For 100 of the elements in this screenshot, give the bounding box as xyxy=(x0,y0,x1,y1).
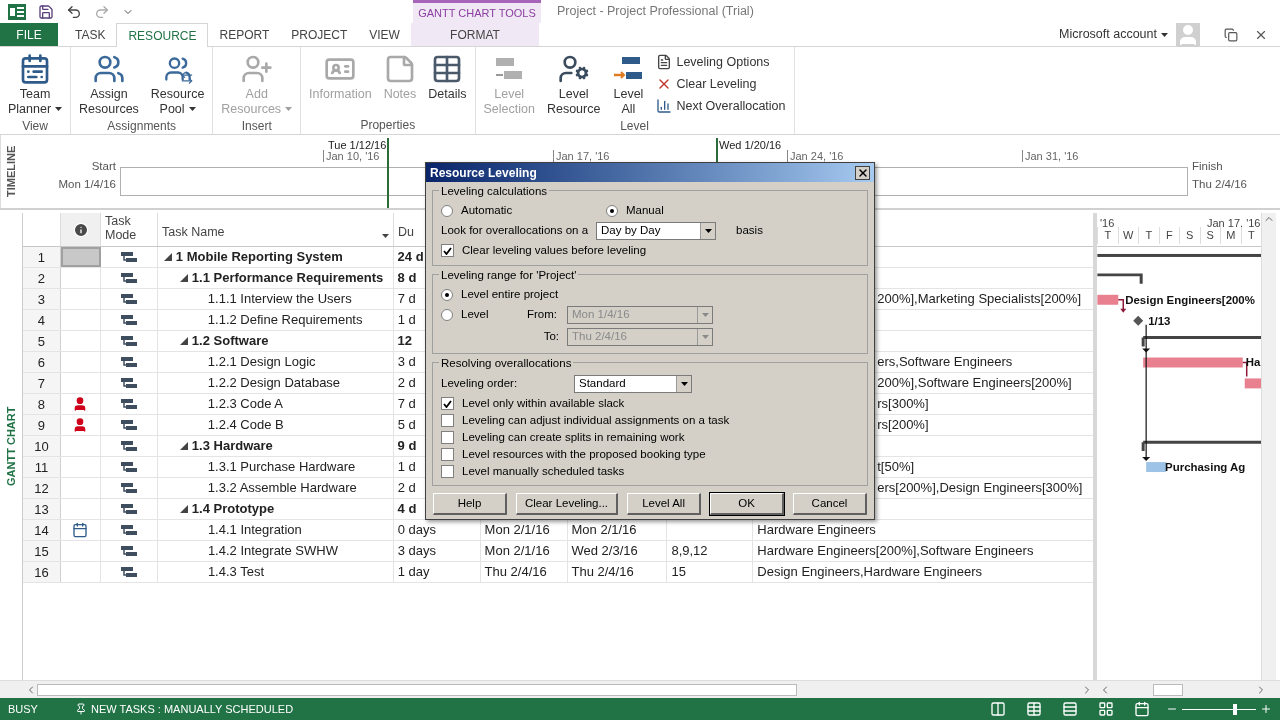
row-number[interactable]: 10 xyxy=(23,436,61,456)
usage-view-icon[interactable] xyxy=(1062,701,1078,717)
row-number[interactable]: 11 xyxy=(23,457,61,477)
row-number[interactable]: 16 xyxy=(23,562,61,582)
row-number[interactable]: 6 xyxy=(23,352,61,372)
row-number[interactable]: 5 xyxy=(23,331,61,351)
zoom-in-icon[interactable] xyxy=(1260,703,1272,715)
column-header[interactable]: Du xyxy=(394,213,424,246)
table-view-icon[interactable] xyxy=(1026,701,1042,717)
row-number[interactable]: 7 xyxy=(23,373,61,393)
restore-icon[interactable] xyxy=(1224,27,1238,42)
day-label: T xyxy=(1097,227,1118,244)
bar-arrow-icon xyxy=(120,419,137,431)
ribbon-tab[interactable]: VIEW xyxy=(358,23,411,46)
collapse-triangle-icon[interactable] xyxy=(179,442,188,450)
resource-names: ers,Software Engineers xyxy=(877,353,1013,372)
undo-icon[interactable] xyxy=(66,3,82,20)
ribbon-button[interactable]: Team Planner xyxy=(4,47,67,117)
ribbon-button[interactable]: Details xyxy=(424,47,471,116)
row-number[interactable]: 14 xyxy=(23,520,61,540)
task-name: 1.3 Hardware xyxy=(191,437,273,456)
start-date: Mon 2/1/16 xyxy=(484,542,550,561)
task-name: 1.2 Software xyxy=(191,332,269,351)
caret-icon xyxy=(188,106,196,111)
ribbon-button[interactable]: Clear Leveling xyxy=(652,73,790,95)
row-number[interactable]: 8 xyxy=(23,394,61,414)
ribbon-tab[interactable]: FORMAT xyxy=(410,23,539,46)
field-suffix: basis xyxy=(736,222,763,238)
scrollbar-thumb[interactable] xyxy=(1153,683,1183,696)
checkbox[interactable] xyxy=(441,397,454,410)
new-tasks-status[interactable]: NEW TASKS : MANUALLY SCHEDULED xyxy=(91,700,294,718)
duration-value: 4 d xyxy=(397,500,417,519)
column-header[interactable]: Task Name xyxy=(158,213,394,246)
radio-button[interactable] xyxy=(441,204,453,217)
collapse-triangle-icon[interactable] xyxy=(179,274,188,282)
dropdown-field[interactable]: Day by Day xyxy=(596,221,717,240)
view-label: GANTT CHART xyxy=(3,405,18,489)
task-name: 1.4.3 Test xyxy=(207,563,264,582)
dialog-button[interactable]: Clear Leveling... xyxy=(515,493,619,515)
ribbon-button[interactable]: Leveling Options xyxy=(652,51,790,73)
row-number[interactable]: 2 xyxy=(23,268,61,288)
row-number[interactable]: 9 xyxy=(23,415,61,435)
dropdown-field[interactable]: Standard xyxy=(574,375,692,393)
zoom-slider[interactable] xyxy=(1182,703,1256,715)
ribbon-tab[interactable]: FILE xyxy=(0,23,58,46)
ribbon-tab[interactable]: TASK xyxy=(64,23,117,46)
predecessors-value: 15 xyxy=(671,563,686,582)
ribbon-button[interactable]: Next Overallocation xyxy=(652,95,790,117)
dialog-button[interactable]: Help xyxy=(433,493,507,515)
checkbox-label: Leveling can adjust individual assignments on a task xyxy=(462,412,730,428)
checkbox-label: Clear leveling values before leveling xyxy=(462,242,647,258)
row-number[interactable]: 4 xyxy=(23,310,61,330)
task-name: 1.4.1 Integration xyxy=(207,521,302,540)
checkbox[interactable] xyxy=(441,465,454,478)
ribbon-button[interactable]: Assign Resources xyxy=(75,47,143,117)
checkbox[interactable] xyxy=(441,414,454,427)
dialog-button[interactable]: Cancel xyxy=(793,493,867,515)
radio-button[interactable] xyxy=(606,204,618,217)
ribbon-button[interactable]: Resource Pool xyxy=(146,47,209,117)
collapse-triangle-icon[interactable] xyxy=(179,337,188,345)
duration-value: 24 d xyxy=(397,248,424,267)
duration-value: 5 d xyxy=(397,416,416,435)
ribbon-tab[interactable]: PROJECT xyxy=(280,23,359,46)
timeline-tick-label: Jan 10, '16 xyxy=(323,150,380,162)
row-number[interactable]: 15 xyxy=(23,541,61,561)
row-number[interactable]: 3 xyxy=(23,289,61,309)
slider-thumb[interactable] xyxy=(1233,703,1238,715)
duration-value: 12 xyxy=(397,332,413,351)
dialog-button[interactable]: Level All xyxy=(627,493,702,515)
checkbox[interactable] xyxy=(441,244,454,257)
save-icon[interactable] xyxy=(38,3,54,20)
task-name: 1 Mobile Reporting System xyxy=(175,248,343,267)
checkbox[interactable] xyxy=(441,448,454,461)
gantt-view-icon[interactable] xyxy=(990,701,1006,717)
ribbon-button[interactable]: Level Resource xyxy=(542,47,605,117)
dialog-button[interactable]: OK xyxy=(710,493,784,515)
caret-icon xyxy=(55,106,63,111)
bar-arrow-icon xyxy=(120,461,137,473)
column-header[interactable]: Task Mode xyxy=(101,213,158,246)
row-number[interactable]: 13 xyxy=(23,499,61,519)
close-button[interactable] xyxy=(855,165,870,180)
checkbox[interactable] xyxy=(441,431,454,444)
collapse-triangle-icon[interactable] xyxy=(163,253,172,261)
ribbon-button[interactable]: Level All xyxy=(608,47,649,117)
ribbon-tab[interactable]: REPORT xyxy=(208,23,281,46)
account-button[interactable]: Microsoft account xyxy=(1059,23,1176,46)
row-number[interactable]: 12 xyxy=(23,478,61,498)
bar-arrow-icon xyxy=(120,335,137,347)
grid-view-icon[interactable] xyxy=(1098,701,1114,717)
row-number[interactable]: 1 xyxy=(23,247,61,267)
resource-names: 200%],Marketing Specialists[200%] xyxy=(877,290,1081,309)
radio-label: Level entire project xyxy=(461,286,559,302)
pin-icon xyxy=(75,703,87,715)
scrollbar-thumb[interactable] xyxy=(37,683,797,696)
ribbon-tab[interactable]: RESOURCE xyxy=(116,23,209,47)
calendar-view-icon[interactable] xyxy=(1134,701,1150,717)
vertical-scrollbar[interactable] xyxy=(1261,213,1276,680)
collapse-triangle-icon[interactable] xyxy=(179,505,188,513)
field-label: Leveling order: xyxy=(441,376,519,392)
task-name: 1.1 Performance Requirements xyxy=(191,269,384,288)
